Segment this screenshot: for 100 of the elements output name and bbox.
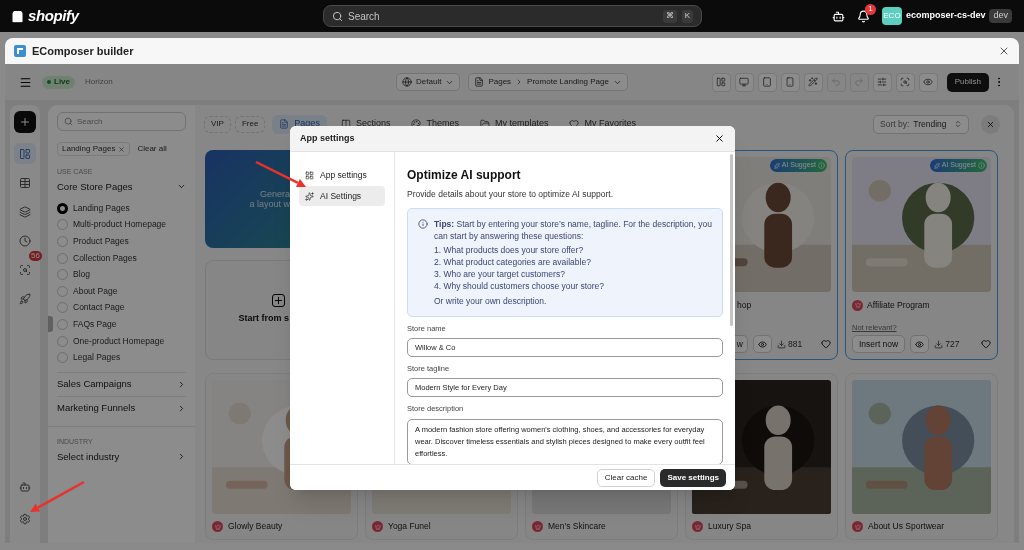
- toolbar-button[interactable]: [803, 72, 823, 92]
- template-name: hop: [737, 298, 752, 312]
- category-row[interactable]: Marketing Funnels: [57, 396, 186, 421]
- heart-icon: [569, 119, 580, 129]
- close-icon: [986, 119, 995, 129]
- tablet-icon: [762, 77, 773, 87]
- search-field[interactable]: Search ⌘ K: [323, 5, 702, 27]
- sparkle-icon: [305, 191, 314, 201]
- option-label[interactable]: Multi-product Homepage: [73, 219, 167, 231]
- toolbar-button[interactable]: [757, 72, 777, 92]
- category-tab[interactable]: My Favorites: [562, 114, 643, 134]
- option-label[interactable]: About Page: [73, 285, 118, 297]
- heart-icon[interactable]: [981, 339, 991, 349]
- menu-icon[interactable]: [19, 75, 32, 89]
- sort-icon: [954, 120, 962, 128]
- category-row[interactable]: Sales Campaigns: [57, 372, 186, 397]
- arrow: [30, 480, 85, 512]
- table-icon: [19, 176, 31, 189]
- collapse-handle[interactable]: [48, 316, 53, 332]
- card-text: a layout w: [249, 199, 290, 209]
- close-button[interactable]: [981, 114, 1000, 134]
- settings-nav-item[interactable]: AI Settings: [299, 186, 385, 206]
- clear-cache-button[interactable]: Clear cache: [596, 468, 656, 487]
- option-label[interactable]: Collection Pages: [73, 252, 137, 264]
- shortcut-key: ⌘: [662, 9, 677, 23]
- account-name[interactable]: ecomposer-cs-dev: [905, 9, 986, 23]
- option-label[interactable]: Product Pages: [73, 235, 129, 247]
- filter-chip[interactable]: Free: [234, 115, 266, 133]
- clear-all-link[interactable]: Clear all: [137, 143, 167, 155]
- section-heading: Optimize AI support: [407, 167, 522, 184]
- layers-icon: [19, 205, 31, 218]
- page-dropdown[interactable]: Pages Promote Landing Page: [468, 73, 628, 91]
- close-icon: [118, 145, 126, 153]
- tips-list-item: 2. What product categories are available?: [434, 255, 592, 268]
- option-label[interactable]: One-product Homepage: [73, 335, 165, 347]
- option-label[interactable]: Legal Pages: [73, 352, 121, 364]
- locale-dropdown[interactable]: Default: [396, 73, 461, 91]
- filter-chip[interactable]: VIP: [204, 115, 231, 133]
- search-icon: [64, 117, 73, 126]
- bot-icon: [19, 481, 31, 493]
- download-count: 727: [945, 337, 960, 351]
- industry-dropdown[interactable]: Select industry: [57, 449, 186, 464]
- add-button[interactable]: [14, 111, 36, 133]
- toolbar-button[interactable]: [918, 72, 938, 92]
- template-name: Luxury Spa: [708, 520, 751, 533]
- info-icon: [818, 162, 825, 169]
- toolbar-button[interactable]: [872, 72, 892, 92]
- heart-icon[interactable]: [821, 339, 831, 349]
- close-icon[interactable]: [714, 133, 725, 144]
- arrow: [255, 160, 306, 187]
- save-button[interactable]: Save settings: [660, 468, 726, 487]
- layout-icon: [716, 77, 727, 87]
- filter-chip[interactable]: Landing Pages: [57, 142, 131, 156]
- app-logo-icon: [14, 45, 26, 57]
- card-label: Start from s: [238, 312, 289, 326]
- option-label[interactable]: Blog: [73, 269, 90, 281]
- tips-list-item: 1. What products does your store offer?: [434, 243, 585, 256]
- count-badge: 56: [29, 251, 42, 261]
- crown-icon: [212, 521, 223, 533]
- eye-icon: [915, 339, 925, 349]
- search-placeholder: Search: [348, 9, 381, 24]
- option-label[interactable]: Landing Pages: [73, 202, 130, 214]
- folder-icon: [479, 119, 490, 129]
- bot-icon[interactable]: [831, 9, 845, 23]
- toolbar-button[interactable]: [780, 72, 800, 92]
- tips-list-item: 3. Who are your target customers?: [434, 267, 566, 280]
- template-card[interactable]: About Us Sportwear: [845, 373, 998, 540]
- redo-icon: [854, 77, 865, 87]
- sliders-icon: [877, 77, 888, 87]
- brand-name: shopify: [28, 5, 79, 26]
- toolbar-button[interactable]: [734, 72, 754, 92]
- notification-badge: 1: [864, 3, 876, 15]
- template-name: Yoga Funel: [388, 520, 431, 533]
- plus-icon: [19, 116, 31, 128]
- bell-icon[interactable]: [856, 9, 870, 23]
- category-tab[interactable]: Sections: [333, 114, 398, 134]
- rail-button[interactable]: [14, 143, 36, 164]
- page-icon: [474, 77, 485, 87]
- plus-icon: [272, 294, 285, 308]
- insert-button[interactable]: Insert now: [852, 335, 906, 353]
- option-label[interactable]: Contact Page: [73, 302, 125, 314]
- eye-icon: [923, 77, 934, 87]
- sort-dropdown[interactable]: Sort by: Trending: [873, 114, 969, 134]
- mobile-icon: [785, 77, 796, 87]
- radio-button[interactable]: [57, 202, 68, 214]
- card-text: Genera: [259, 189, 290, 199]
- globe-icon: [402, 77, 413, 87]
- sparkle-icon: [773, 162, 780, 169]
- rocket-icon: [19, 292, 31, 305]
- wand-icon: [808, 77, 819, 87]
- publish-button[interactable]: Publish: [946, 72, 989, 92]
- toolbar-button[interactable]: [895, 72, 915, 92]
- use-case-dropdown[interactable]: Core Store Pages: [57, 179, 186, 194]
- close-icon[interactable]: [998, 45, 1010, 57]
- theme-name: Horizon: [85, 76, 113, 88]
- preview-button[interactable]: [753, 335, 772, 353]
- option-label[interactable]: FAQs Page: [73, 318, 117, 330]
- inspect-icon: [19, 263, 31, 276]
- preview-button[interactable]: [910, 335, 930, 353]
- toolbar-button[interactable]: [711, 72, 731, 92]
